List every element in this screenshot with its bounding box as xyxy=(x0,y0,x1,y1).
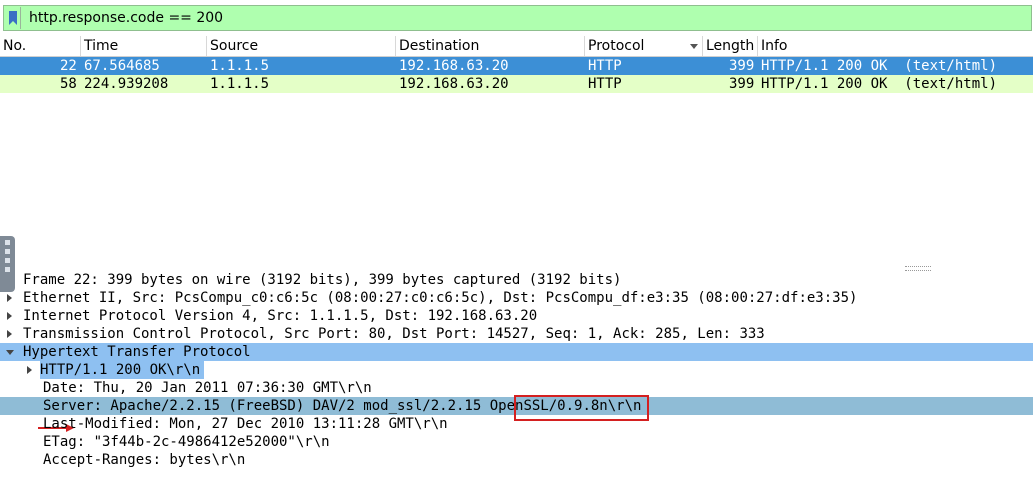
packet-no: 58 xyxy=(60,76,77,92)
packet-source: 1.1.1.5 xyxy=(210,58,270,74)
expand-arrow-icon[interactable] xyxy=(4,325,16,343)
tree-item-ip[interactable]: Internet Protocol Version 4, Src: 1.1.1.… xyxy=(0,307,1033,325)
display-filter-input[interactable]: http.response.code == 200 xyxy=(3,5,1032,31)
packet-no: 22 xyxy=(60,58,77,74)
collapse-arrow-icon[interactable] xyxy=(4,343,16,361)
packet-destination: 192.168.63.20 xyxy=(399,58,509,74)
tree-item-label: Last-Modified: Mon, 27 Dec 2010 13:11:28… xyxy=(43,416,448,432)
display-filter-text: http.response.code == 200 xyxy=(29,10,224,26)
packet-list-header: No. Time Source Destination Protocol Len… xyxy=(0,36,1033,57)
tree-item-label: HTTP/1.1 200 OK\r\n xyxy=(40,361,205,379)
tree-item-label: Transmission Control Protocol, Src Port:… xyxy=(23,326,765,342)
packet-info: HTTP/1.1 200 OK (text/html) xyxy=(761,58,998,74)
tree-item-label: Date: Thu, 20 Jan 2011 07:36:30 GMT\r\n xyxy=(43,380,372,396)
tree-item-last-modified[interactable]: Last-Modified: Mon, 27 Dec 2010 13:11:28… xyxy=(0,415,1033,433)
column-header-source[interactable]: Source xyxy=(206,36,395,56)
packet-row-selected[interactable]: 22 67.564685 1.1.1.5 192.168.63.20 HTTP … xyxy=(0,57,1033,92)
server-header-text: Server: Apache/2.2.15 (FreeBSD) DAV/2 mo… xyxy=(43,398,490,414)
column-header-info[interactable]: Info xyxy=(757,36,1033,56)
tree-item-label: Ethernet II, Src: PcsCompu_c0:c6:5c (08:… xyxy=(23,290,858,306)
tree-item-label: Accept-Ranges: bytes\r\n xyxy=(43,452,246,468)
column-header-no[interactable]: No. xyxy=(0,36,80,56)
display-filter-toolbar: http.response.code == 200 xyxy=(0,0,1033,35)
column-header-length[interactable]: Length xyxy=(702,36,757,56)
packet-destination: 192.168.63.20 xyxy=(399,76,509,92)
packet-time: 224.939208 xyxy=(84,76,169,92)
expand-arrow-icon[interactable] xyxy=(4,289,16,307)
expand-arrow-icon[interactable] xyxy=(4,307,16,325)
bookmark-icon[interactable] xyxy=(6,7,21,29)
tree-item-tcp[interactable]: Transmission Control Protocol, Src Port:… xyxy=(0,325,1033,343)
tree-item-frame[interactable]: Frame 22: 399 bytes on wire (3192 bits),… xyxy=(0,271,1033,289)
tree-item-ethernet[interactable]: Ethernet II, Src: PcsCompu_c0:c6:5c (08:… xyxy=(0,289,1033,307)
column-header-destination[interactable]: Destination xyxy=(395,36,584,56)
sort-descending-icon xyxy=(690,44,698,49)
column-header-protocol[interactable]: Protocol xyxy=(584,36,702,56)
tree-item-http[interactable]: Hypertext Transfer Protocol xyxy=(0,343,1033,361)
tree-item-label: Hypertext Transfer Protocol xyxy=(23,344,251,360)
tree-item-label: Frame 22: 399 bytes on wire (3192 bits),… xyxy=(23,272,622,288)
tree-item-label: ETag: "3f44b-2c-4986412e52000"\r\n xyxy=(43,434,330,450)
tree-item-etag[interactable]: ETag: "3f44b-2c-4986412e52000"\r\n xyxy=(0,433,1033,451)
packet-length: 399 xyxy=(729,76,755,92)
packet-row[interactable]: 58 224.939208 1.1.1.5 192.168.63.20 HTTP… xyxy=(0,75,1033,93)
tree-item-label: Internet Protocol Version 4, Src: 1.1.1.… xyxy=(23,308,538,324)
packet-source: 1.1.1.5 xyxy=(210,76,270,92)
packet-protocol: HTTP xyxy=(588,58,622,74)
tree-item-status-line[interactable]: HTTP/1.1 200 OK\r\n xyxy=(0,361,1033,379)
packet-protocol: HTTP xyxy=(588,76,622,92)
packet-length: 399 xyxy=(729,58,755,74)
packet-info: HTTP/1.1 200 OK (text/html) xyxy=(761,76,998,92)
tree-item-accept-ranges[interactable]: Accept-Ranges: bytes\r\n xyxy=(0,451,1033,469)
expand-arrow-icon[interactable] xyxy=(24,361,36,379)
packet-time: 67.564685 xyxy=(84,58,160,74)
column-header-time[interactable]: Time xyxy=(80,36,206,56)
